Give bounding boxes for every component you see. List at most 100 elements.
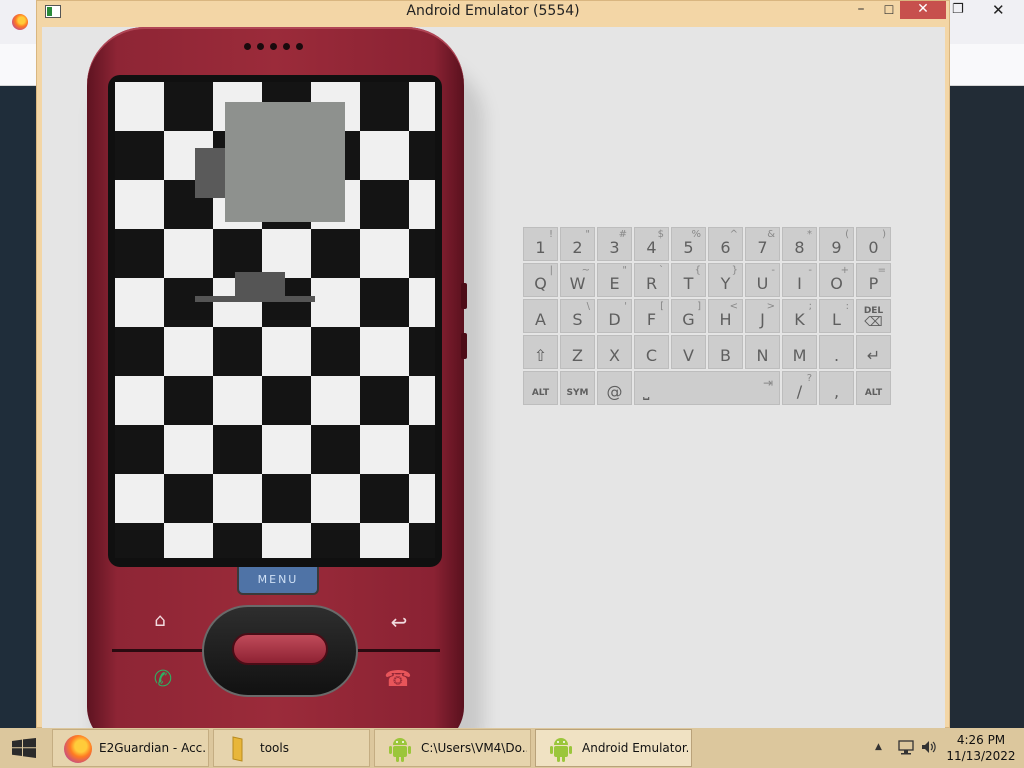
- show-hidden-icons-icon[interactable]: ▲: [875, 742, 882, 752]
- key-y[interactable]: Y}: [708, 263, 743, 297]
- key-q[interactable]: Q |: [523, 263, 558, 297]
- volume-down-button[interactable]: [461, 333, 467, 359]
- key-6[interactable]: 6 ^: [708, 227, 743, 261]
- key-m[interactable]: M: [782, 335, 817, 369]
- network-icon[interactable]: [897, 738, 915, 756]
- key-sublabel: ;: [808, 301, 812, 312]
- key-e[interactable]: E ": [597, 263, 632, 297]
- key-at[interactable]: @: [597, 371, 632, 405]
- key-r[interactable]: R `: [634, 263, 669, 297]
- phone-screen[interactable]: [115, 82, 435, 558]
- volume-up-button[interactable]: [461, 283, 467, 309]
- key-b[interactable]: B: [708, 335, 743, 369]
- key-n[interactable]: N: [745, 335, 780, 369]
- minimize-button[interactable]: –: [849, 1, 873, 21]
- key-j[interactable]: J >: [745, 299, 780, 333]
- restore-window-icon[interactable]: ❐: [952, 2, 964, 17]
- key-3[interactable]: 3 #: [597, 227, 632, 261]
- key-label: ,: [833, 382, 840, 401]
- key-c[interactable]: C: [634, 335, 669, 369]
- call-icon[interactable]: ✆: [148, 667, 178, 693]
- key-period[interactable]: .: [819, 335, 854, 369]
- emulator-titlebar[interactable]: Android Emulator (5554) – ☐ ✕: [37, 1, 949, 23]
- key-v[interactable]: V: [671, 335, 706, 369]
- key-1[interactable]: 1!: [523, 227, 558, 261]
- key-x[interactable]: X: [597, 335, 632, 369]
- key-sublabel: ): [882, 229, 886, 240]
- key-label: J: [760, 310, 765, 329]
- key-label: 2: [572, 238, 583, 257]
- key-2[interactable]: 2 ": [560, 227, 595, 261]
- key-delete[interactable]: DEL ⌫: [856, 299, 891, 333]
- key-label: G: [682, 310, 695, 329]
- key-z[interactable]: Z: [560, 335, 595, 369]
- key-9[interactable]: 9(: [819, 227, 854, 261]
- key-alt-right[interactable]: ALT: [856, 371, 891, 405]
- key-i[interactable]: I-: [782, 263, 817, 297]
- key-w[interactable]: W ~: [560, 263, 595, 297]
- windows-logo-icon: [12, 738, 36, 758]
- taskbar-item-tools[interactable]: tools: [213, 729, 370, 767]
- taskbar-item-android-emulator[interactable]: Android Emulator...: [535, 729, 692, 767]
- end-call-icon[interactable]: ☎: [383, 667, 413, 693]
- speaker-dot: [283, 43, 290, 50]
- key-sublabel: `: [659, 265, 664, 276]
- key-u[interactable]: U-: [745, 263, 780, 297]
- key-label: @: [606, 382, 623, 401]
- key-o[interactable]: O +: [819, 263, 854, 297]
- key-space[interactable]: ⎵ ⇥: [634, 371, 780, 405]
- taskbar-item-firefox[interactable]: E2Guardian - Acc...: [52, 729, 209, 767]
- clock-time[interactable]: 4:26 PM: [944, 733, 1018, 747]
- key-sublabel: }: [731, 265, 738, 276]
- taskbar-item-android-console[interactable]: C:\Users\VM4\Do...: [374, 729, 531, 767]
- key-s[interactable]: S \: [560, 299, 595, 333]
- shift-icon: ⇧: [533, 346, 548, 365]
- key-h[interactable]: H <: [708, 299, 743, 333]
- key-0[interactable]: 0): [856, 227, 891, 261]
- key-enter[interactable]: ↵: [856, 335, 891, 369]
- virtual-keyboard: 1! 2 " 3 # 4 $ 5% 6 ^ 7 & 8 * 9( 0) Q | W ~ E " R…: [523, 227, 895, 407]
- key-d[interactable]: D ': [597, 299, 632, 333]
- key-label: F: [646, 310, 657, 329]
- key-sublabel: ": [585, 229, 590, 240]
- space-icon: ⎵: [643, 381, 650, 400]
- home-icon[interactable]: ⌂: [148, 610, 172, 632]
- key-label: R: [645, 274, 658, 293]
- key-7[interactable]: 7 &: [745, 227, 780, 261]
- taskbar-item-label: Android Emulator...: [582, 741, 688, 755]
- start-button[interactable]: [0, 728, 50, 768]
- key-shift[interactable]: ⇧: [523, 335, 558, 369]
- key-p[interactable]: P =: [856, 263, 891, 297]
- key-4[interactable]: 4 $: [634, 227, 669, 261]
- key-sublabel: \: [586, 301, 590, 312]
- clock-date[interactable]: 11/13/2022: [944, 749, 1018, 763]
- maximize-button[interactable]: ☐: [877, 1, 901, 21]
- close-window-icon[interactable]: ✕: [992, 1, 1005, 19]
- key-t[interactable]: T{: [671, 263, 706, 297]
- key-k[interactable]: K;: [782, 299, 817, 333]
- key-label: N: [756, 346, 769, 365]
- key-sublabel: !: [548, 229, 553, 240]
- key-label: M: [792, 346, 807, 365]
- back-icon[interactable]: ↩: [385, 610, 413, 634]
- key-comma[interactable]: ,: [819, 371, 854, 405]
- key-slash[interactable]: /?: [782, 371, 817, 405]
- key-g[interactable]: G]: [671, 299, 706, 333]
- key-8[interactable]: 8 *: [782, 227, 817, 261]
- close-button[interactable]: ✕: [900, 1, 946, 19]
- key-label: O: [830, 274, 843, 293]
- volume-icon[interactable]: [920, 738, 938, 756]
- key-label: I: [797, 274, 802, 293]
- key-a[interactable]: A: [523, 299, 558, 333]
- speaker-dot: [244, 43, 251, 50]
- key-5[interactable]: 5%: [671, 227, 706, 261]
- key-f[interactable]: F[: [634, 299, 669, 333]
- menu-button[interactable]: MENU: [237, 567, 319, 595]
- key-sym[interactable]: SYM: [560, 371, 595, 405]
- trackball-center-button[interactable]: [232, 633, 328, 665]
- key-label: Y: [720, 274, 731, 293]
- key-l[interactable]: L:: [819, 299, 854, 333]
- key-sublabel: ^: [729, 229, 738, 240]
- key-sublabel: +: [840, 265, 849, 276]
- key-alt-left[interactable]: ALT: [523, 371, 558, 405]
